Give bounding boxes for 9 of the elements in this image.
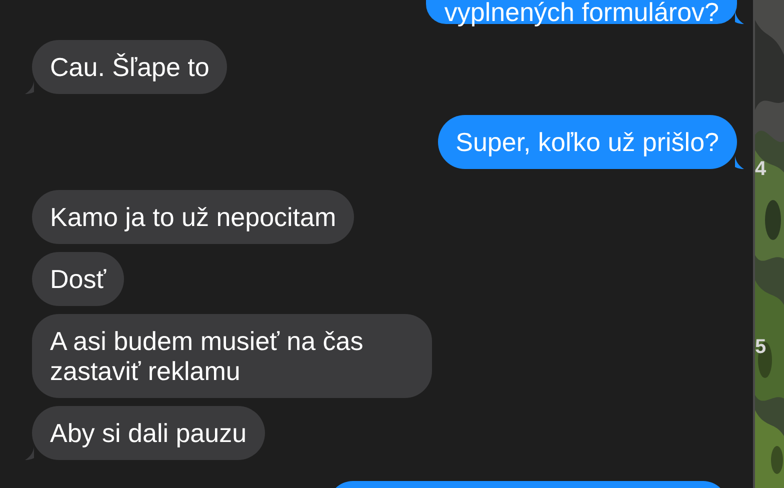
- message-tail: [25, 81, 34, 94]
- message-bubble: Kamo ja to už nepocitam: [32, 190, 354, 244]
- message-tail: [25, 447, 34, 460]
- message-tail: [735, 11, 744, 24]
- day-number: 5: [755, 336, 766, 359]
- message-tail: [735, 156, 744, 169]
- message-bubble: Dosť: [32, 252, 124, 306]
- day-number: 4: [755, 158, 766, 181]
- message-bubble: A asi budem musieť na čas zastaviť reklamu: [32, 314, 432, 398]
